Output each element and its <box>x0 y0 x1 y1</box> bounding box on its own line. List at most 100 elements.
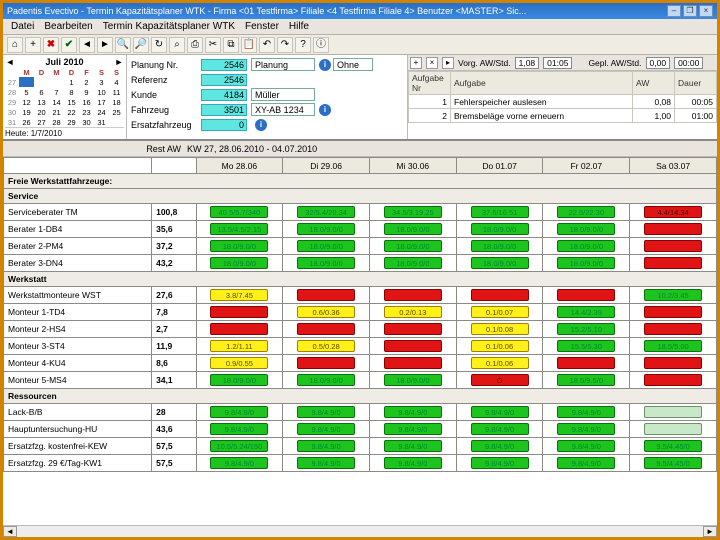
sched-cell[interactable] <box>369 338 456 355</box>
capacity-pill[interactable] <box>644 374 702 386</box>
capacity-pill[interactable]: 18.0/9.0/0 <box>557 223 615 235</box>
maximize-button[interactable]: ❐ <box>683 5 697 17</box>
sched-cell[interactable]: 4.4/14.34 <box>630 204 717 221</box>
sched-cell[interactable]: 14.4/2.39 <box>543 304 630 321</box>
sched-cell[interactable] <box>543 287 630 304</box>
capacity-pill[interactable]: 4.4/14.34 <box>644 206 702 218</box>
cal-day[interactable]: 31 <box>94 117 109 127</box>
capacity-pill[interactable] <box>210 306 268 318</box>
sched-cell[interactable]: 18.0/9.0/0 <box>369 238 456 255</box>
sched-cell[interactable]: 9.8/4.9/0 <box>196 421 283 438</box>
sched-cell[interactable]: 0.1/0.07 <box>456 304 543 321</box>
capacity-pill[interactable] <box>384 340 442 352</box>
capacity-pill[interactable] <box>297 357 355 369</box>
table-row[interactable]: 1Fehlerspeicher auslesen0,0800:05 <box>409 95 717 109</box>
capacity-pill[interactable]: 9.8/4.9/0 <box>210 457 268 469</box>
sched-cell[interactable]: 9.8/4.9/0 <box>283 438 370 455</box>
cal-day[interactable]: 21 <box>49 107 64 117</box>
capacity-pill[interactable]: 3.8/7.45 <box>210 289 268 301</box>
capacity-pill[interactable] <box>644 423 702 435</box>
capacity-pill[interactable]: 18.0/9.0/0 <box>471 257 529 269</box>
task-nav-button[interactable]: ▸ <box>442 57 454 69</box>
capacity-pill[interactable]: 0.1/0.06 <box>471 357 529 369</box>
capacity-pill[interactable] <box>384 323 442 335</box>
capacity-pill[interactable]: 9.8/4.9/0 <box>384 423 442 435</box>
sched-cell[interactable]: 0.1/0.06 <box>456 338 543 355</box>
sched-cell[interactable]: 0.1/0.08 <box>456 321 543 338</box>
cal-today[interactable]: Heute: 1/7/2010 <box>5 127 124 138</box>
plan-field1-2[interactable]: Müller <box>251 88 315 101</box>
capacity-pill[interactable] <box>644 306 702 318</box>
sched-cell[interactable] <box>369 321 456 338</box>
delete-task-button[interactable]: × <box>426 57 438 69</box>
cal-day[interactable]: 24 <box>94 107 109 117</box>
capacity-pill[interactable]: 40.5/5.7/340 <box>210 206 268 218</box>
sched-cell[interactable] <box>630 255 717 272</box>
refresh-icon[interactable]: ↻ <box>151 37 167 53</box>
h-scrollbar[interactable]: ◄ ► <box>3 525 717 537</box>
sched-cell[interactable]: 10.5/5.24/150 <box>196 438 283 455</box>
add-task-button[interactable]: + <box>410 57 422 69</box>
sched-cell[interactable]: 0.6/0.36 <box>283 304 370 321</box>
day-header[interactable]: Mi 30.06 <box>369 158 456 174</box>
sched-cell[interactable]: 18.0/9.0/0 <box>543 255 630 272</box>
check-green-icon[interactable]: ✔ <box>61 37 77 53</box>
sched-cell[interactable] <box>630 321 717 338</box>
capacity-pill[interactable]: 18.0/9.0/0 <box>384 240 442 252</box>
sched-cell[interactable]: 15.2/5.10 <box>543 321 630 338</box>
sched-cell[interactable] <box>543 355 630 372</box>
cal-day[interactable]: 19 <box>19 107 34 117</box>
capacity-pill[interactable] <box>297 289 355 301</box>
cal-day[interactable]: 13 <box>34 97 49 107</box>
cal-day[interactable]: 17 <box>94 97 109 107</box>
menu-bearbeiten[interactable]: Bearbeiten <box>40 21 96 32</box>
capacity-pill[interactable]: 18.0/9.0/0 <box>471 240 529 252</box>
capacity-pill[interactable]: 1.2/1.11 <box>210 340 268 352</box>
cal-day[interactable]: 12 <box>19 97 34 107</box>
capacity-pill[interactable]: 10.2/3.45 <box>644 289 702 301</box>
capacity-pill[interactable]: 0.2/0.13 <box>384 306 442 318</box>
capacity-pill[interactable]: 22.5/22.30 <box>557 206 615 218</box>
day-header[interactable]: Do 01.07 <box>456 158 543 174</box>
capacity-pill[interactable]: 18.0/9.0/0 <box>557 257 615 269</box>
plan-num-1[interactable]: 2546 <box>201 74 247 86</box>
close-button[interactable]: × <box>699 5 713 17</box>
sched-cell[interactable] <box>630 355 717 372</box>
sched-cell[interactable]: 9.8/4.9/0 <box>456 421 543 438</box>
find-icon[interactable]: ⌕ <box>169 37 185 53</box>
task-col-0[interactable]: Aufgabe Nr <box>409 72 451 95</box>
cal-day[interactable]: 20 <box>34 107 49 117</box>
cal-prev-icon[interactable]: ◄ <box>5 57 15 67</box>
help-icon[interactable]: ? <box>295 37 311 53</box>
capacity-pill[interactable]: 9.5/4.45/0 <box>644 440 702 452</box>
capacity-pill[interactable] <box>471 289 529 301</box>
sched-cell[interactable]: 0.1/0.06 <box>456 355 543 372</box>
sched-cell[interactable]: 18.0/9.0/0 <box>196 372 283 389</box>
cal-day[interactable]: 30 <box>79 117 94 127</box>
capacity-pill[interactable]: 9.8/4.9/0 <box>297 406 355 418</box>
capacity-pill[interactable]: 0.9/0.55 <box>210 357 268 369</box>
sched-cell[interactable]: 18.0/9.0/0 <box>456 221 543 238</box>
sched-cell[interactable]: 18.0/9.0/0 <box>196 255 283 272</box>
capacity-pill[interactable]: 18.0/9.0/0 <box>384 257 442 269</box>
capacity-pill[interactable] <box>644 240 702 252</box>
capacity-pill[interactable] <box>644 323 702 335</box>
menu-hilfe[interactable]: Hilfe <box>285 21 313 32</box>
capacity-pill[interactable]: 15.2/5.10 <box>557 323 615 335</box>
cal-next-icon[interactable]: ► <box>114 57 124 67</box>
menu-termin-kapazitätsplaner-wtk[interactable]: Termin Kapazitätsplaner WTK <box>99 21 239 32</box>
capacity-pill[interactable]: 15.5/5.30 <box>557 340 615 352</box>
sched-cell[interactable]: 0.9/0.55 <box>196 355 283 372</box>
capacity-pill[interactable]: 9.8/4.9/0 <box>471 423 529 435</box>
sched-cell[interactable]: 13.5/4.5/2.15 <box>196 221 283 238</box>
capacity-pill[interactable]: 0.6/0.36 <box>297 306 355 318</box>
capacity-pill[interactable]: ⏱ <box>471 374 529 386</box>
capacity-pill[interactable]: 9.8/4.9/0 <box>557 440 615 452</box>
x-red-icon[interactable]: ✖ <box>43 37 59 53</box>
sched-cell[interactable]: 0.5/0.28 <box>283 338 370 355</box>
cal-day[interactable]: 2 <box>79 77 94 87</box>
sched-cell[interactable]: 18.5/5.00 <box>630 338 717 355</box>
capacity-pill[interactable]: 9.8/4.9/0 <box>384 457 442 469</box>
table-row[interactable]: 2Bremsbeläge vorne erneuern1,0001:00 <box>409 109 717 123</box>
print-icon[interactable]: ⎙ <box>187 37 203 53</box>
